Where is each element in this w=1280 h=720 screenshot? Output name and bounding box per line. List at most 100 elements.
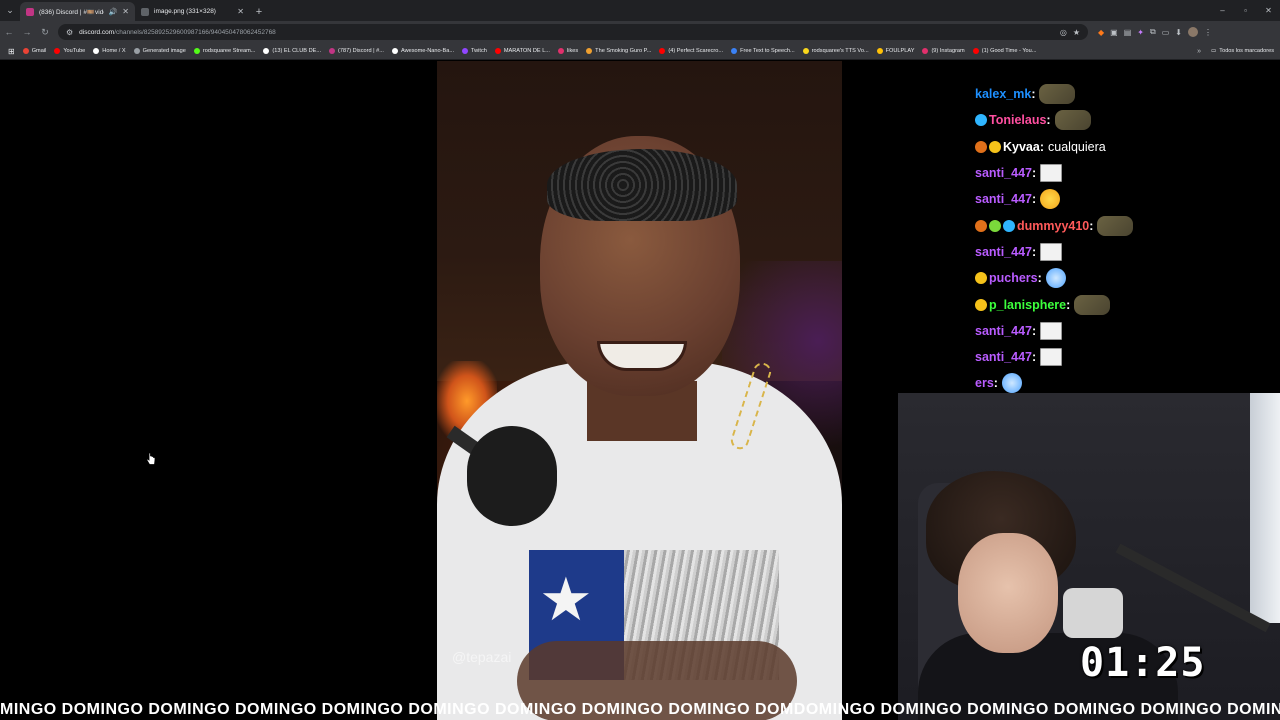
bookmark-item[interactable]: Free Text to Speech... [727, 48, 799, 54]
gmail-icon [22, 48, 29, 54]
bookmark-item[interactable]: (4) Perfect Scarecro... [655, 48, 727, 54]
folder-icon: ▭ [1210, 48, 1217, 54]
downloads-icon[interactable]: ⬇ [1175, 28, 1182, 37]
chat-username[interactable]: p_lanisphere [989, 298, 1066, 312]
back-arrow-icon[interactable]: ← [0, 21, 18, 43]
instagram-icon [922, 48, 929, 54]
extension-icon[interactable]: ▤ [1124, 28, 1132, 37]
chat-username[interactable]: santi_447 [975, 192, 1032, 206]
bookmark-item[interactable]: MARATON DE L... [491, 48, 554, 54]
url-path: /channels/825892529600987166/94045047806… [114, 28, 276, 36]
forward-arrow-icon[interactable]: → [18, 21, 36, 43]
chat-username[interactable]: santi_447 [975, 166, 1032, 180]
more-bookmarks-button[interactable]: » [1191, 48, 1207, 55]
bookmark-item[interactable]: The Smoking Guro P... [582, 48, 655, 54]
bookmark-item[interactable]: YouTube [50, 48, 89, 54]
chat-username[interactable]: santi_447 [975, 245, 1032, 259]
chat-colon: : [1031, 244, 1037, 259]
tab-title: image.png (331×328) [154, 8, 216, 15]
extension-icon[interactable]: ▣ [1110, 28, 1118, 37]
chat-colon: : [1031, 87, 1036, 102]
chat-emote-pepe-icon [1074, 294, 1111, 315]
sidebar-icon[interactable]: ▭ [1162, 28, 1170, 37]
extensions-puzzle-icon[interactable]: ⧉ [1150, 27, 1156, 37]
scrolling-ticker: MINGO DOMINGO DOMINGO DOMINGO DOMINGO DO… [0, 701, 1280, 718]
chat-message: p_lanisphere: [975, 291, 1275, 317]
chat-username[interactable]: santi_447 [975, 324, 1032, 338]
youtube-icon [494, 48, 501, 54]
close-tab-icon[interactable]: ✕ [122, 7, 129, 16]
tab-image[interactable]: image.png (331×328) ✕ [135, 2, 250, 21]
bookmark-item[interactable]: (13) EL CLUB DE... [259, 48, 325, 54]
bookmark-item[interactable]: likes [554, 48, 582, 54]
chat-emote-pepe-icon [1054, 110, 1091, 131]
chat-emote-blue-icon [1045, 268, 1066, 289]
bookmark-item[interactable]: FOULPLAY [873, 48, 919, 54]
chat-username[interactable]: santi_447 [975, 350, 1032, 364]
chat-username[interactable]: Kyvaa [1003, 140, 1040, 154]
chat-emote-blue-icon [1001, 373, 1022, 394]
bookmark-star-icon[interactable]: ★ [1073, 28, 1080, 37]
x-icon [263, 48, 270, 54]
tts-icon [802, 48, 809, 54]
menu-kebab-icon[interactable]: ⋮ [1204, 28, 1212, 37]
chat-username[interactable]: Tonielaus [989, 113, 1046, 127]
bookmark-item[interactable]: Twitch [458, 48, 491, 54]
webcam-window [1250, 393, 1280, 623]
bookmark-item[interactable]: (1) Good Time - You... [969, 48, 1041, 54]
bookmark-item[interactable]: (9) Instagram [918, 48, 968, 54]
address-bar[interactable]: ⚙ discord.com /channels/8258925296009871… [58, 24, 1088, 40]
chat-colon: : [1039, 139, 1045, 154]
chat-username[interactable]: kalex_mk [975, 87, 1031, 101]
window-controls: – ▫ ✕ [1211, 0, 1280, 21]
microphone-icon [446, 425, 557, 536]
tab-discord[interactable]: (836) Discord | #🎞️videos- 🔊 ✕ [20, 2, 135, 21]
chat-username[interactable]: puchers [989, 271, 1038, 285]
bookmark-item[interactable]: Awesome-Nano-Ba... [388, 48, 458, 54]
bookmark-item[interactable]: (787) Discord | #... [325, 48, 388, 54]
chat-colon: : [1031, 323, 1037, 338]
webcam-microphone-icon [1063, 588, 1123, 638]
apps-grid-icon[interactable]: ⊞ [4, 47, 19, 56]
chat-username[interactable]: dummyy410 [1017, 219, 1089, 233]
bookmark-item[interactable]: rodsquaree Stream... [190, 48, 260, 54]
new-tab-button[interactable]: + [250, 2, 268, 21]
all-bookmarks-folder[interactable]: ▭ Todos los marcadores [1207, 48, 1280, 54]
chat-colon: : [1031, 192, 1037, 207]
extension-fox-icon[interactable]: ◆ [1098, 28, 1104, 37]
extension-icon[interactable]: ✦ [1137, 28, 1144, 37]
eye-slash-icon[interactable]: ◎ [1060, 28, 1067, 37]
minimize-button[interactable]: – [1211, 0, 1234, 21]
chat-username[interactable]: ers [975, 376, 994, 390]
tab-strip: ⌄ (836) Discord | #🎞️videos- 🔊 ✕ image.p… [0, 0, 1280, 21]
chat-emote-pepe-icon [1039, 84, 1076, 105]
restore-button[interactable]: ▫ [1234, 0, 1257, 21]
close-tab-icon[interactable]: ✕ [237, 7, 244, 16]
speaker-icon[interactable]: 🔊 [109, 8, 118, 16]
video-bandana [547, 149, 737, 221]
hand-cursor-icon [146, 452, 156, 465]
bookmark-item[interactable]: Gmail [19, 48, 51, 54]
video-player[interactable]: ★ @tepazai [437, 61, 842, 720]
close-window-button[interactable]: ✕ [1257, 0, 1280, 21]
bookmark-item[interactable]: Home / X [89, 48, 129, 54]
tab-search-button[interactable]: ⌄ [0, 0, 20, 21]
site-info-icon[interactable]: ⚙ [66, 28, 73, 37]
reload-icon[interactable]: ↻ [36, 21, 54, 43]
github-icon [391, 48, 398, 54]
x-icon [93, 48, 100, 54]
bookmark-item[interactable]: Generated image [130, 48, 190, 54]
chat-message: santi_447: [975, 239, 1275, 265]
profile-avatar[interactable] [1187, 27, 1198, 37]
instagram-icon [557, 48, 564, 54]
foulplay-icon [876, 48, 883, 54]
chat-message: santi_447: [975, 318, 1275, 344]
star-icon: ★ [539, 566, 593, 633]
youtube-icon [659, 48, 666, 54]
bookmark-item[interactable]: rodsquaree's TTS Vo... [799, 48, 873, 54]
twitch-icon [462, 48, 468, 54]
chat-message: puchers: [975, 265, 1275, 291]
chat-message: santi_447: [975, 186, 1275, 212]
chat-badge-icon [975, 298, 987, 311]
chat-colon: : [1046, 113, 1051, 128]
